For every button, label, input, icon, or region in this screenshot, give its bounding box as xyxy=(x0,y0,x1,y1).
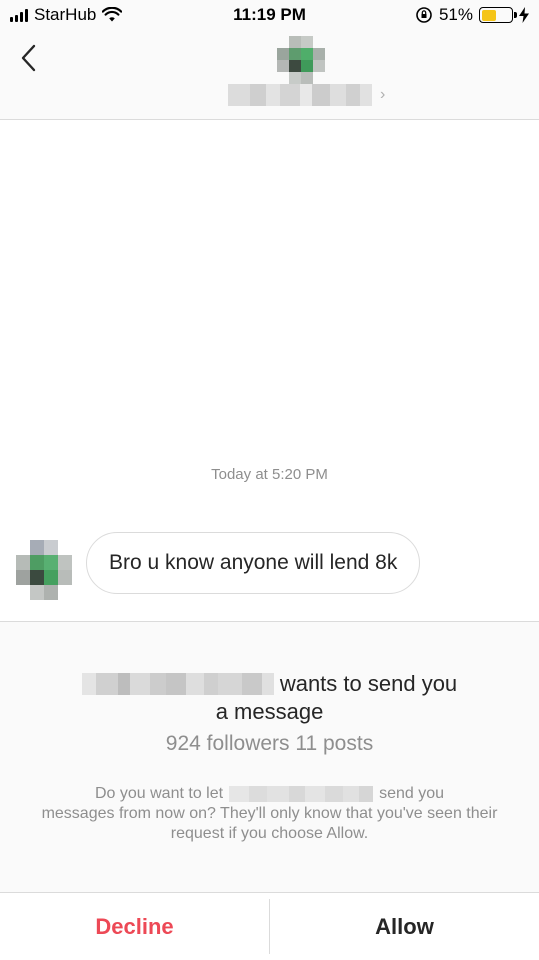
battery-percent: 51% xyxy=(438,5,473,24)
redacted-username xyxy=(229,786,374,802)
battery-icon xyxy=(479,7,517,23)
request-title-suffix: wants to send you xyxy=(279,671,458,696)
desc-rest: messages from now on? They'll only know … xyxy=(41,805,498,842)
decline-button[interactable]: Decline xyxy=(0,893,269,960)
chat-header: › xyxy=(0,32,539,120)
request-description: Do you want to let send you messages fro… xyxy=(40,784,499,844)
header-username[interactable]: › xyxy=(228,84,385,106)
allow-button[interactable]: Allow xyxy=(270,893,539,960)
back-button[interactable] xyxy=(14,40,44,76)
follower-stats: 924 followers 11 posts xyxy=(165,732,374,755)
sender-avatar[interactable] xyxy=(16,540,72,600)
battery-fill xyxy=(481,9,497,21)
charging-icon xyxy=(519,7,529,23)
chevron-right-icon: › xyxy=(380,86,386,103)
back-chevron-icon xyxy=(21,44,36,72)
request-title-line2: a message xyxy=(215,699,324,724)
desc-prefix: Do you want to let xyxy=(94,785,224,802)
request-actions: Decline Allow xyxy=(0,892,539,960)
orientation-lock-icon xyxy=(416,7,432,23)
header-avatar[interactable] xyxy=(277,36,325,84)
request-title: wants to send you a message xyxy=(0,670,539,726)
message-timestamp: Today at 5:20 PM xyxy=(211,466,328,483)
redacted-username xyxy=(228,84,372,106)
message-bubble[interactable]: Bro u know anyone will lend 8k xyxy=(86,532,421,594)
message-request-panel: wants to send you a message 924 follower… xyxy=(0,621,539,892)
desc-suffix: send you xyxy=(379,785,444,802)
redacted-username xyxy=(81,673,274,695)
status-right: 51% xyxy=(415,5,529,25)
status-bar: StarHub 11:19 PM 51% xyxy=(0,0,539,32)
